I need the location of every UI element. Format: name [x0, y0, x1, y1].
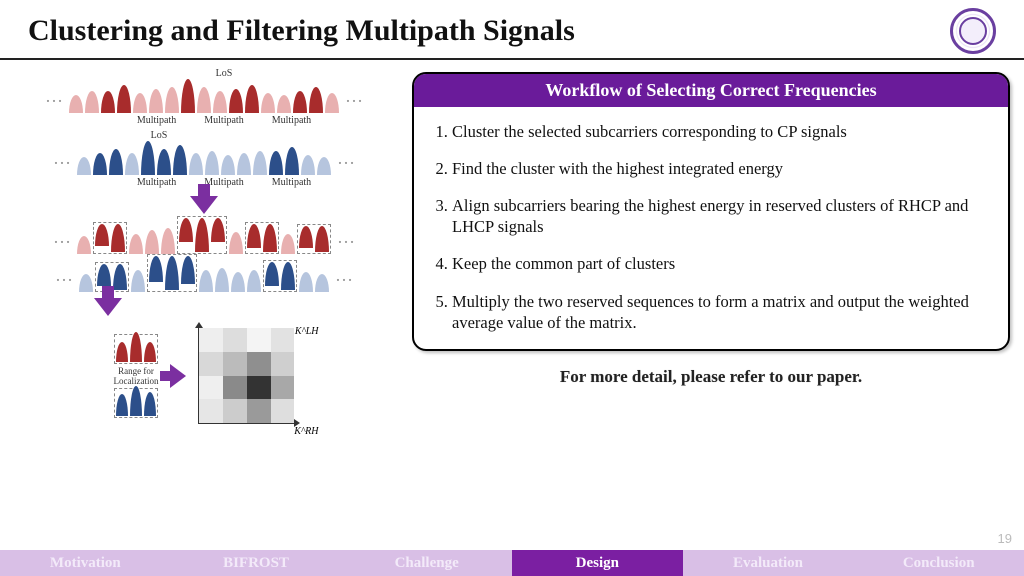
nav-design[interactable]: Design — [512, 550, 683, 576]
arrow-right-icon — [170, 364, 186, 388]
workflow-step: Multiply the two reserved sequences to f… — [452, 291, 992, 333]
multipath-labels-2: MultipathMultipathMultipath — [137, 177, 311, 188]
signal-row-red-2: … … — [49, 220, 359, 254]
panel-heading: Workflow of Selecting Correct Frequencie… — [414, 74, 1008, 107]
nav-evaluation[interactable]: Evaluation — [683, 550, 854, 576]
page-number: 19 — [998, 531, 1012, 546]
nav-conclusion[interactable]: Conclusion — [853, 550, 1024, 576]
page-title: Clustering and Filtering Multipath Signa… — [28, 14, 575, 48]
footnote: For more detail, please refer to our pap… — [412, 367, 1010, 387]
workflow-step: Cluster the selected subcarriers corresp… — [452, 121, 992, 142]
signal-row-blue-1: … … — [49, 141, 359, 175]
output-matrix: K^LH K^RH — [198, 328, 294, 424]
section-navbar: MotivationBIFROSTChallengeDesignEvaluati… — [0, 550, 1024, 576]
workflow-step: Keep the common part of clusters — [452, 253, 992, 274]
nav-challenge[interactable]: Challenge — [341, 550, 512, 576]
multipath-labels: MultipathMultipathMultipath — [137, 115, 311, 126]
signal-row-red-1: … … — [41, 79, 367, 113]
los-label: LoS — [216, 68, 233, 79]
reserved-red — [114, 334, 158, 364]
workflow-step: Align subcarriers bearing the highest en… — [452, 195, 992, 237]
range-label: Range for Localization — [114, 366, 159, 386]
nav-bifrost[interactable]: BIFROST — [171, 550, 342, 576]
signal-row-blue-2: … … — [51, 258, 357, 292]
arrow-down-icon — [94, 298, 122, 316]
reserved-blue — [114, 388, 158, 418]
signal-diagram: LoS … … MultipathMultipathMultipath LoS … — [14, 68, 394, 424]
university-logo — [950, 8, 996, 54]
los-label-2: LoS — [151, 130, 168, 141]
workflow-steps: Cluster the selected subcarriers corresp… — [430, 121, 992, 333]
arrow-down-icon — [190, 196, 218, 214]
workflow-panel: Workflow of Selecting Correct Frequencie… — [412, 72, 1010, 351]
workflow-step: Find the cluster with the highest integr… — [452, 158, 992, 179]
nav-motivation[interactable]: Motivation — [0, 550, 171, 576]
